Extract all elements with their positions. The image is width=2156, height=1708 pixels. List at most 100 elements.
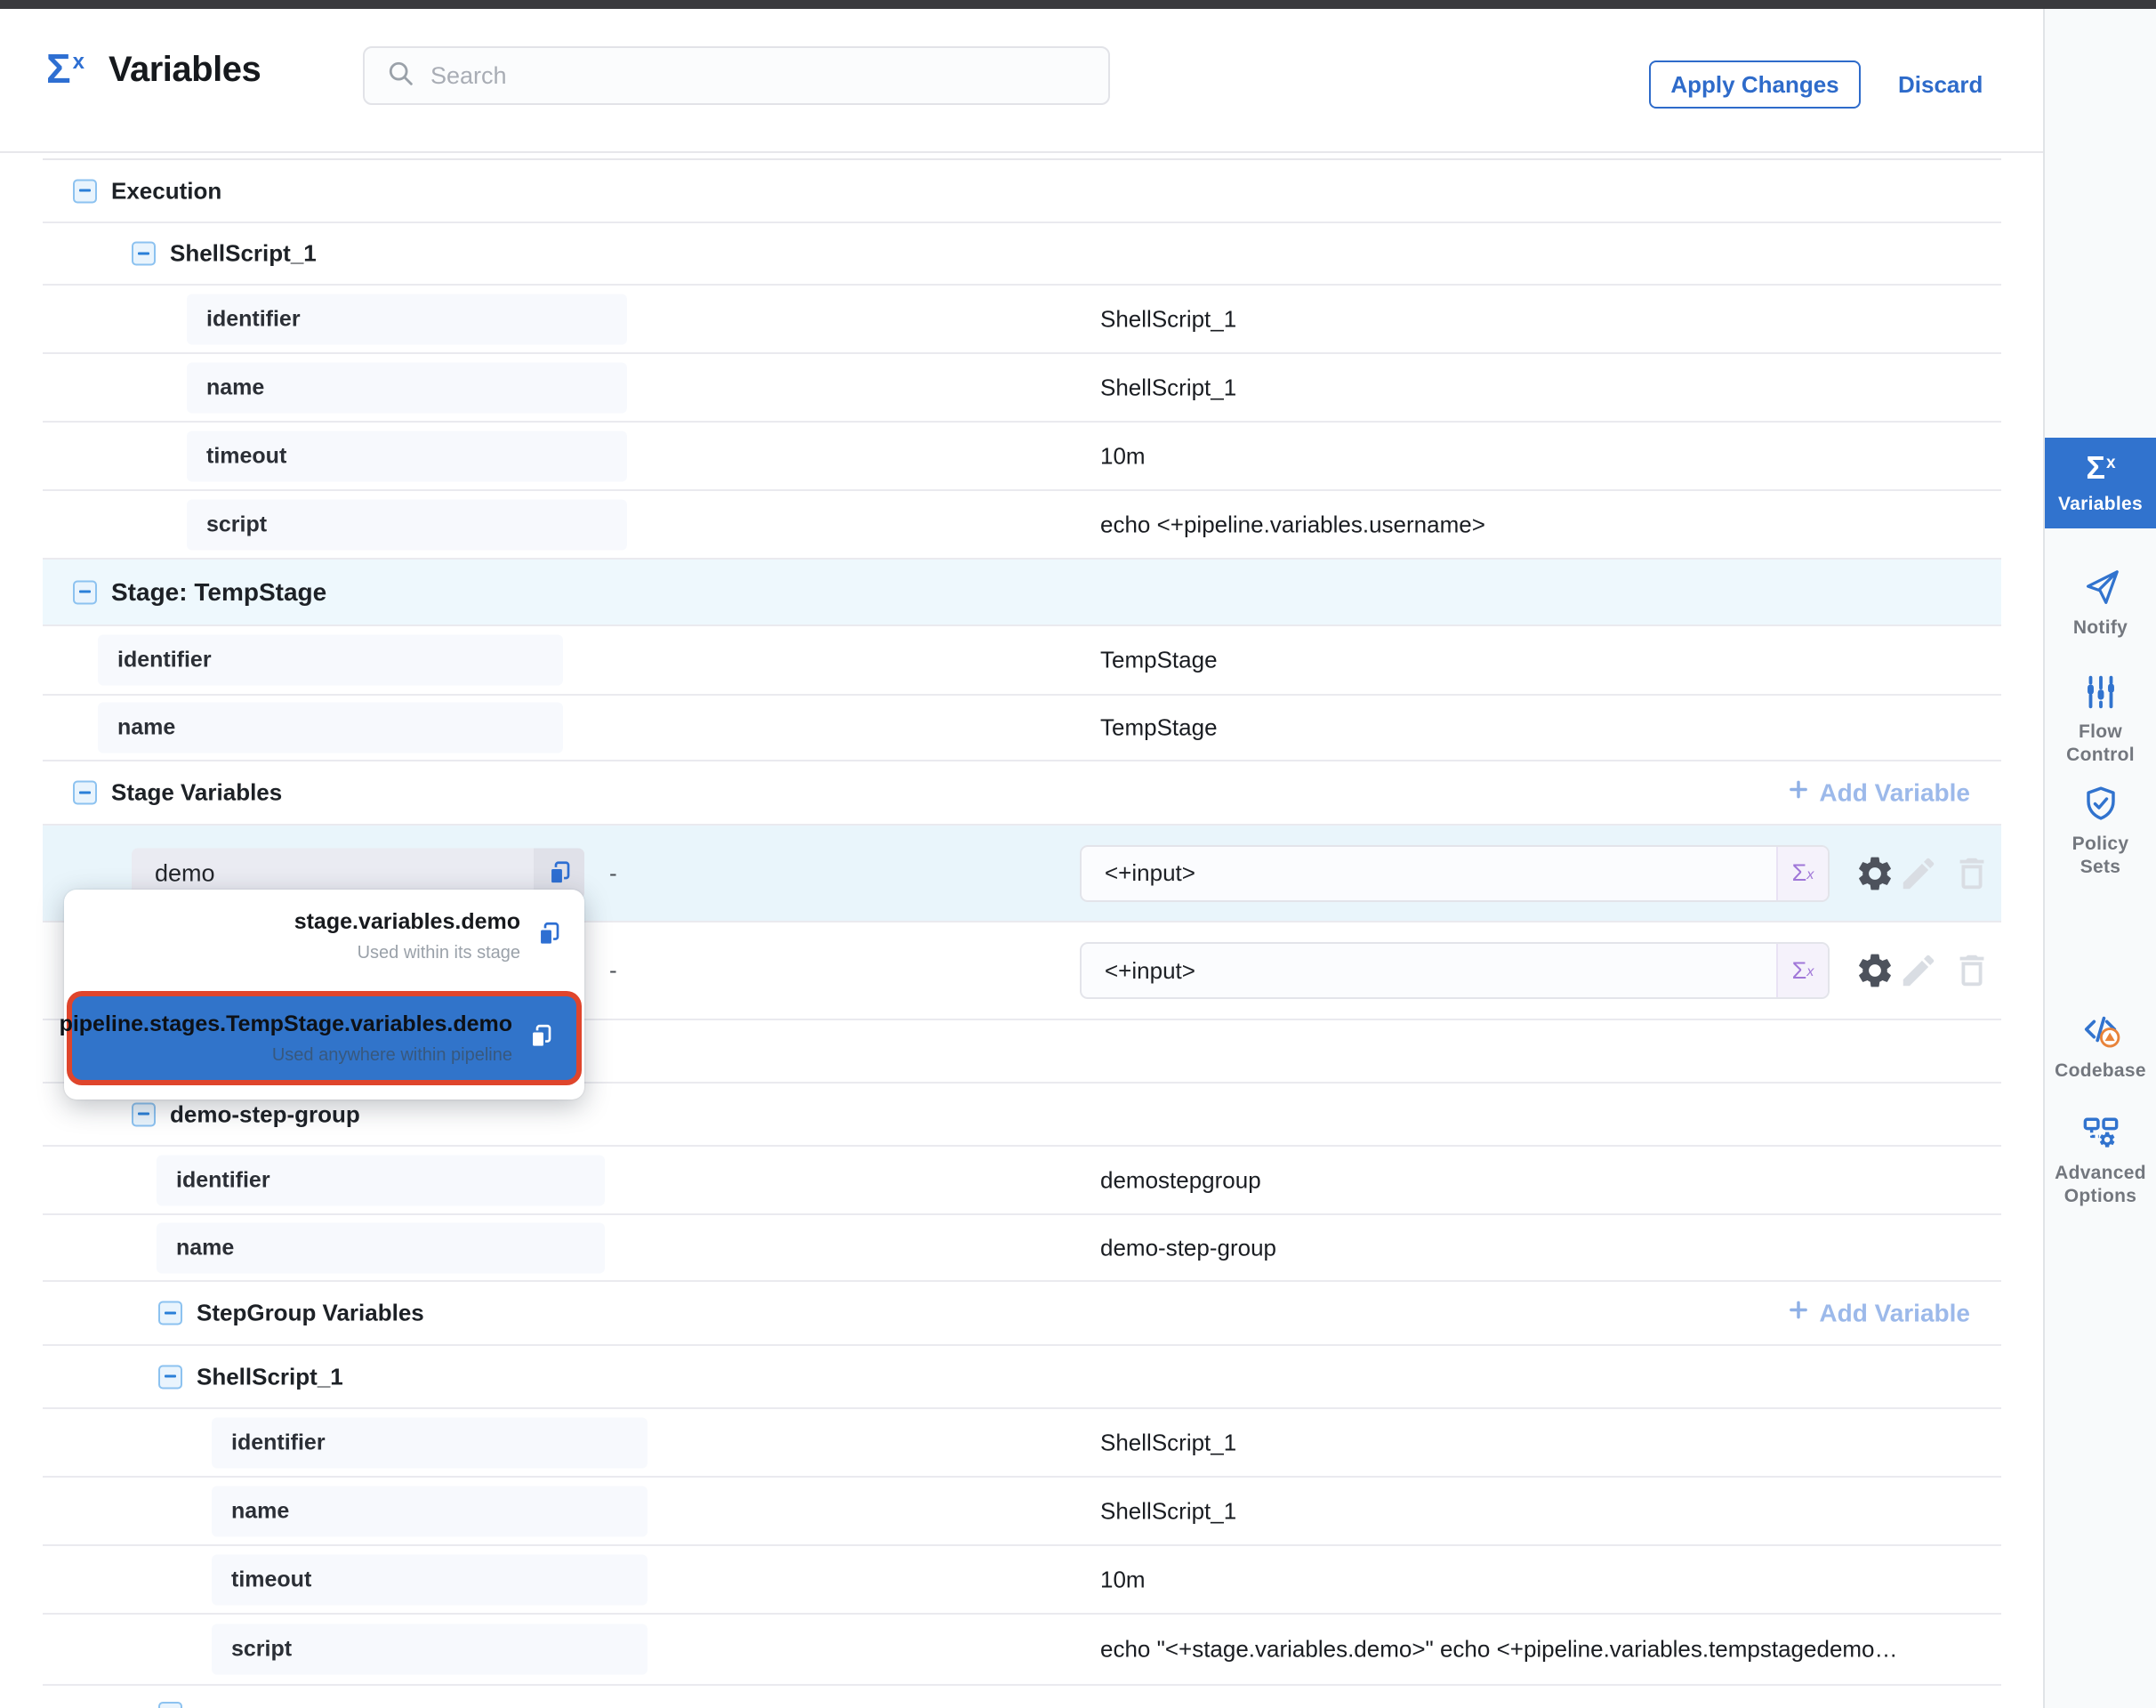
field-row-identifier: identifier ShellScript_1 xyxy=(43,286,2001,354)
sidebar-item-policy-sets[interactable]: PolicySets xyxy=(2045,784,2156,879)
sidebar-item-notify[interactable]: Notify xyxy=(2045,568,2156,640)
stage-row-stage-tempstage: Stage: TempStage xyxy=(43,560,2001,626)
popover-item[interactable]: stage.variables.demoUsed within its stag… xyxy=(294,909,563,963)
section-label: Stage: TempStage xyxy=(111,578,326,607)
field-label-chip: identifier xyxy=(212,1417,648,1468)
sidebar-item-label: Variables xyxy=(2058,493,2143,516)
field-label: identifier xyxy=(206,306,301,332)
field-value: ShellScript_1 xyxy=(1100,1429,1236,1456)
variable-value-text: <+input> xyxy=(1082,859,1776,887)
field-row-name: namedemo-step-group xyxy=(43,1215,2001,1282)
delete-icon[interactable] xyxy=(1951,950,1992,991)
sidebar-item-label: FlowControl xyxy=(2066,721,2135,767)
field-row-identifier: identifier TempStage xyxy=(43,626,2001,696)
sidebar-item-variables[interactable]: Σx Variables xyxy=(2045,438,2156,528)
field-row-name: nameShellScript_1 xyxy=(43,354,2001,423)
popover-item-selected[interactable]: pipeline.stages.TempStage.variables.demo… xyxy=(72,996,576,1080)
variable-path: pipeline.stages.TempStage.variables.demo xyxy=(60,1011,512,1037)
delete-icon[interactable] xyxy=(1951,853,1992,894)
field-value: echo <+pipeline.variables.username> xyxy=(1100,511,1485,538)
right-sidebar: Σx Variables Notify FlowControl PolicySets Co… xyxy=(2043,9,2156,1708)
field-row-name: name TempStage xyxy=(43,696,2001,761)
collapse-icon[interactable] xyxy=(158,1301,182,1325)
add-variable-label: Add Variable xyxy=(1819,778,1970,807)
collapse-icon[interactable] xyxy=(158,1365,182,1389)
collapse-icon[interactable] xyxy=(73,580,97,604)
field-label: name xyxy=(231,1498,289,1524)
collapse-icon[interactable] xyxy=(73,781,97,805)
settings-icon[interactable] xyxy=(1854,853,1895,894)
sidebar-item-codebase[interactable]: Codebase xyxy=(2045,1011,2156,1083)
field-label: name xyxy=(176,1235,234,1261)
add-variable-button[interactable]: Add Variable xyxy=(1787,778,1970,808)
field-value: ShellScript_1 xyxy=(1100,1497,1236,1525)
field-row-script: script echo <+pipeline.variables.username… xyxy=(43,491,2001,560)
section-label: ShellScript_1 xyxy=(170,240,317,268)
variables-sigma-icon: Σx xyxy=(2086,452,2114,484)
field-value: echo "<+stage.variables.demo>" echo <+pi… xyxy=(1100,1636,1898,1664)
add-variable-label: Add Variable xyxy=(1819,1299,1970,1327)
collapse-icon[interactable] xyxy=(132,242,156,266)
section-row-shellscript-1: ShellScript_1 xyxy=(43,1346,2001,1409)
search-icon xyxy=(386,59,416,93)
sidebar-item-label: Codebase xyxy=(2055,1059,2146,1083)
screen: Σx Variables Search Apply Changes Discar… xyxy=(0,0,2156,1708)
settings-icon[interactable] xyxy=(1854,950,1895,991)
collapse-icon[interactable] xyxy=(158,1702,182,1708)
field-value: 10m xyxy=(1100,442,1146,470)
plus-icon xyxy=(1787,1299,1810,1328)
section-row-stage-variables: Stage Variables Add Variable xyxy=(43,761,2001,826)
copy-icon[interactable] xyxy=(527,1022,555,1055)
field-label: script xyxy=(231,1637,292,1663)
edit-icon[interactable] xyxy=(1898,950,1939,991)
variable-value-input[interactable]: <+input>Σx xyxy=(1080,845,1830,902)
section-row-shellscript-1: ShellScript_1 xyxy=(43,223,2001,286)
apply-changes-button[interactable]: Apply Changes xyxy=(1649,60,1861,109)
shield-check-icon xyxy=(2080,784,2121,825)
sidebar-item-advanced-options[interactable]: AdvancedOptions xyxy=(2045,1113,2156,1208)
expression-toggle-button[interactable]: Σx xyxy=(1776,847,1828,900)
sidebar-item-flow-control[interactable]: FlowControl xyxy=(2045,672,2156,767)
section-label: Stage Variables xyxy=(111,779,282,807)
edit-icon[interactable] xyxy=(1898,853,1939,894)
field-value: TempStage xyxy=(1100,714,1218,742)
flow-gear-icon xyxy=(2080,1113,2121,1154)
code-warning-icon xyxy=(2080,1011,2121,1051)
collapse-icon[interactable] xyxy=(132,1102,156,1126)
window-top-strip xyxy=(0,0,2156,9)
field-value: TempStage xyxy=(1100,647,1218,674)
field-label-chip: name xyxy=(157,1222,605,1273)
section-row-stepgroup-variables: StepGroup VariablesAdd Variable xyxy=(43,1282,2001,1346)
discard-button[interactable]: Discard xyxy=(1893,60,1988,109)
sliders-icon xyxy=(2080,672,2121,713)
variable-path: stage.variables.demo xyxy=(294,909,520,935)
field-value: ShellScript_1 xyxy=(1100,305,1236,333)
field-label: timeout xyxy=(206,443,286,469)
variable-name: demo xyxy=(132,859,534,887)
popover-item-text: stage.variables.demoUsed within its stag… xyxy=(294,909,520,963)
variable-type-dash: - xyxy=(609,859,617,887)
copy-icon[interactable] xyxy=(535,920,563,953)
section-label: Execution xyxy=(111,177,221,205)
field-label-chip: timeout xyxy=(212,1554,648,1605)
field-label-chip: script xyxy=(212,1624,648,1675)
field-row-identifier: identifier ShellScript_1 xyxy=(43,1409,2001,1478)
field-label: name xyxy=(117,715,175,741)
section-label: demo-step-group xyxy=(170,1100,360,1128)
variable-path-popover: stage.variables.demoUsed within its stag… xyxy=(64,890,584,1100)
search-input[interactable]: Search xyxy=(363,46,1110,105)
section-row-execution: Execution xyxy=(43,160,2001,223)
expression-toggle-button[interactable]: Σx xyxy=(1776,944,1828,997)
field-label: timeout xyxy=(231,1567,311,1592)
field-value: ShellScript_1 xyxy=(1100,374,1236,401)
sidebar-item-label: AdvancedOptions xyxy=(2055,1162,2146,1208)
field-label-chip: name xyxy=(98,703,563,753)
field-label: identifier xyxy=(231,1430,326,1455)
field-row-timeout: timeout 10m xyxy=(43,423,2001,491)
variable-value-input[interactable]: <+input>Σx xyxy=(1080,942,1830,999)
field-label-chip: script xyxy=(187,499,627,550)
field-row-identifier: identifierdemostepgroup xyxy=(43,1147,2001,1215)
collapse-icon[interactable] xyxy=(73,179,97,203)
add-variable-button[interactable]: Add Variable xyxy=(1787,1299,1970,1328)
field-label-chip: identifier xyxy=(98,635,563,686)
